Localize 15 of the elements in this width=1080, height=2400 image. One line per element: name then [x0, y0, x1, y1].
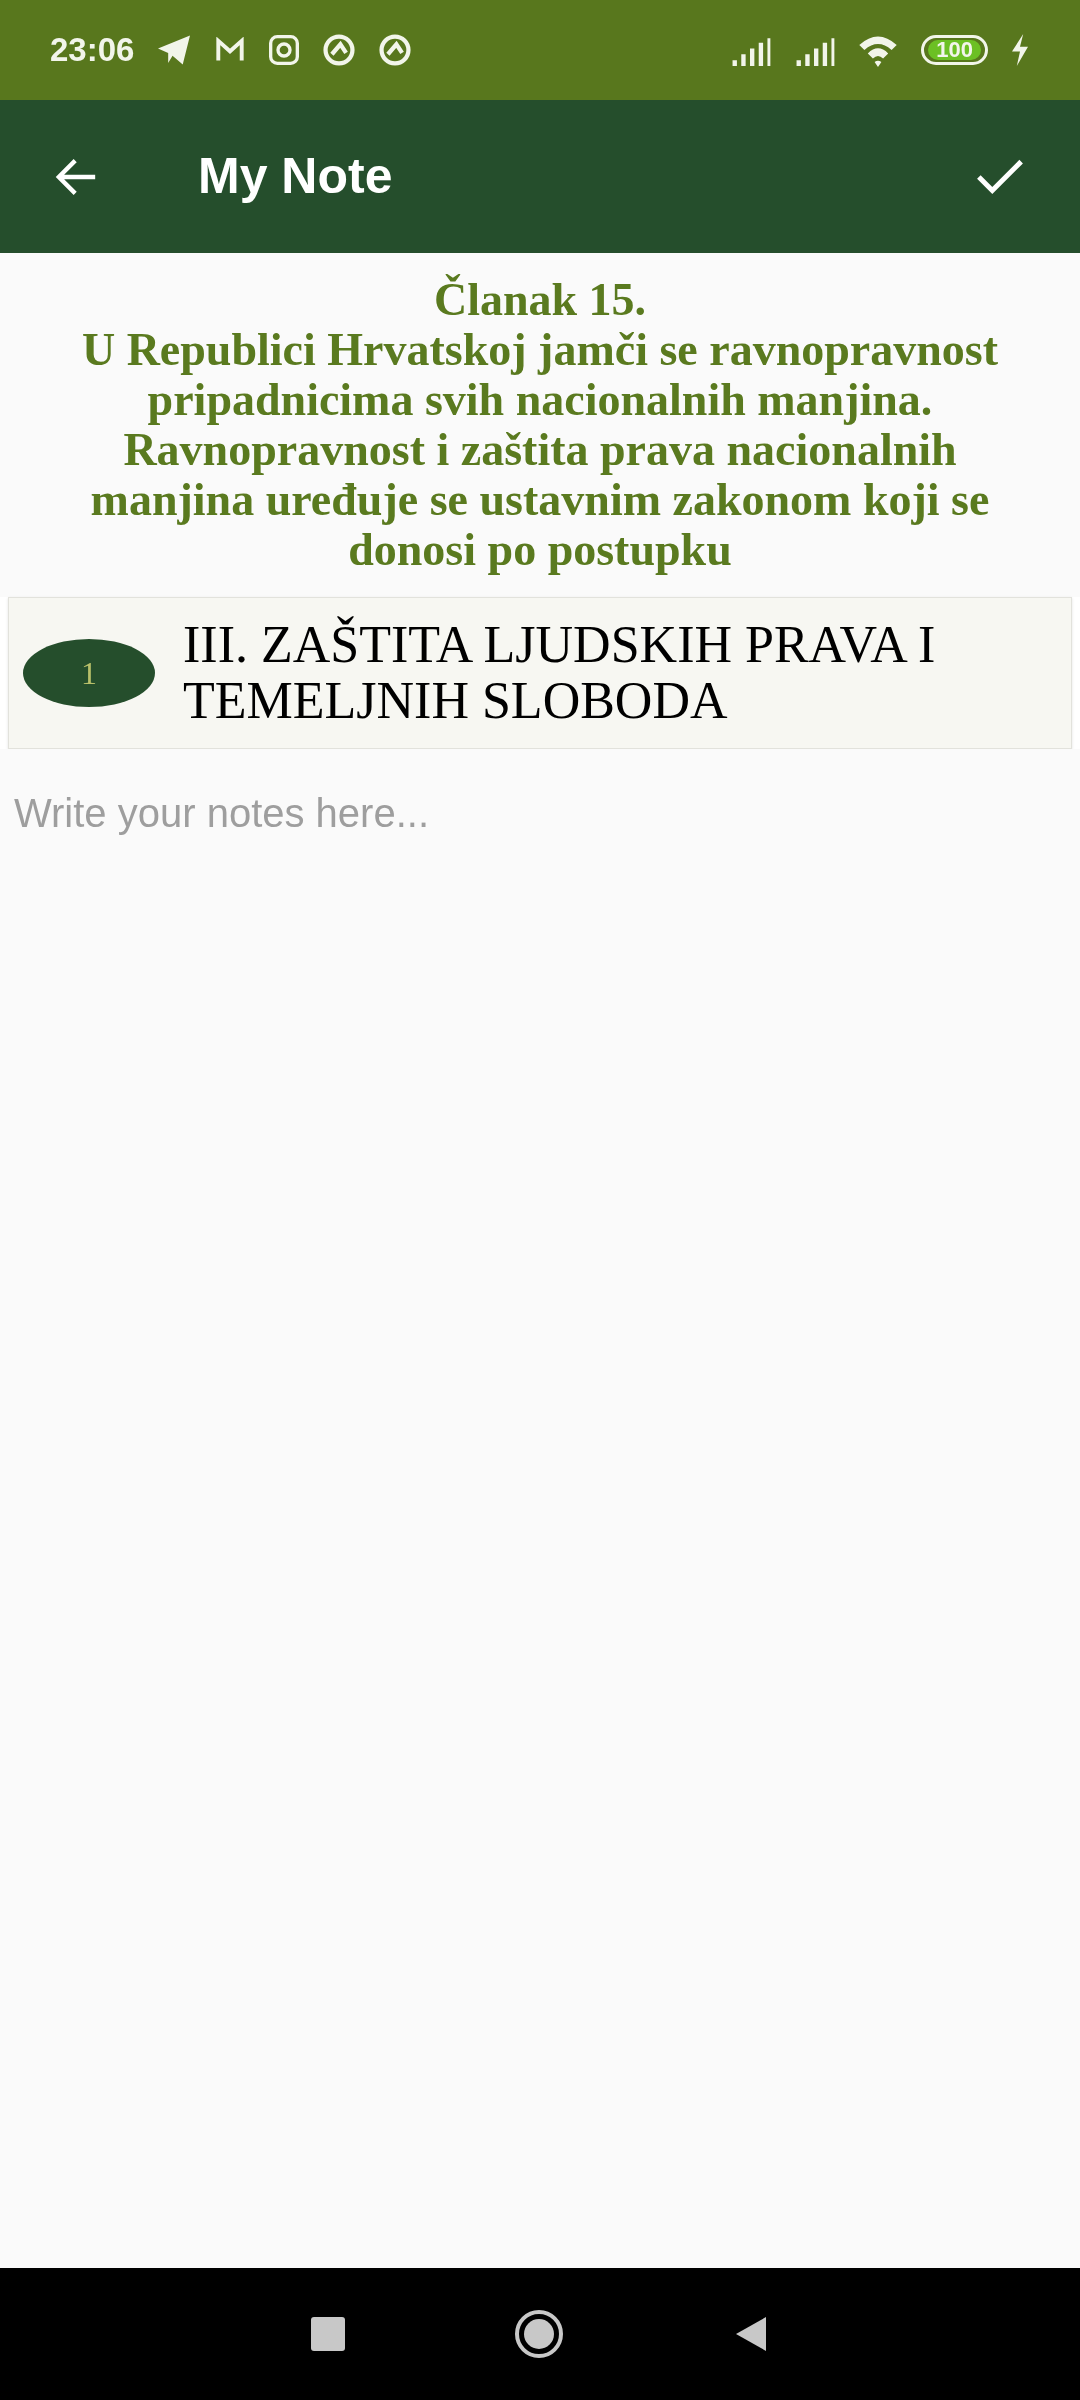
charging-icon: [1010, 34, 1030, 66]
status-time: 23:06: [50, 30, 135, 71]
circle-icon: [378, 33, 413, 67]
home-button[interactable]: [515, 2310, 563, 2358]
paper-plane-icon: [156, 34, 193, 66]
article-text: U Republici Hrvatskoj jamči se ravnopravnost pripadnicima svih nacionalnih manjina. Ravnopravnost i zaštita prava nacionalnih manjina uređuje se ustavnim zakonom koji se donosi po postupku: [80, 325, 1000, 575]
section-number: 1: [23, 639, 155, 707]
note-field[interactable]: Write your notes here...: [0, 749, 1080, 2268]
section-title: III. ZAŠTITA LJUDSKIH PRAVA I TEMELJNIH SLOBODA: [183, 617, 937, 729]
battery-indicator: 100: [921, 35, 988, 65]
camera-icon: [268, 34, 301, 66]
screen-title: My Note: [198, 147, 393, 206]
circle-icon: [322, 33, 357, 67]
mail-icon: [214, 37, 247, 63]
article-title: Članak 15.: [432, 275, 648, 325]
